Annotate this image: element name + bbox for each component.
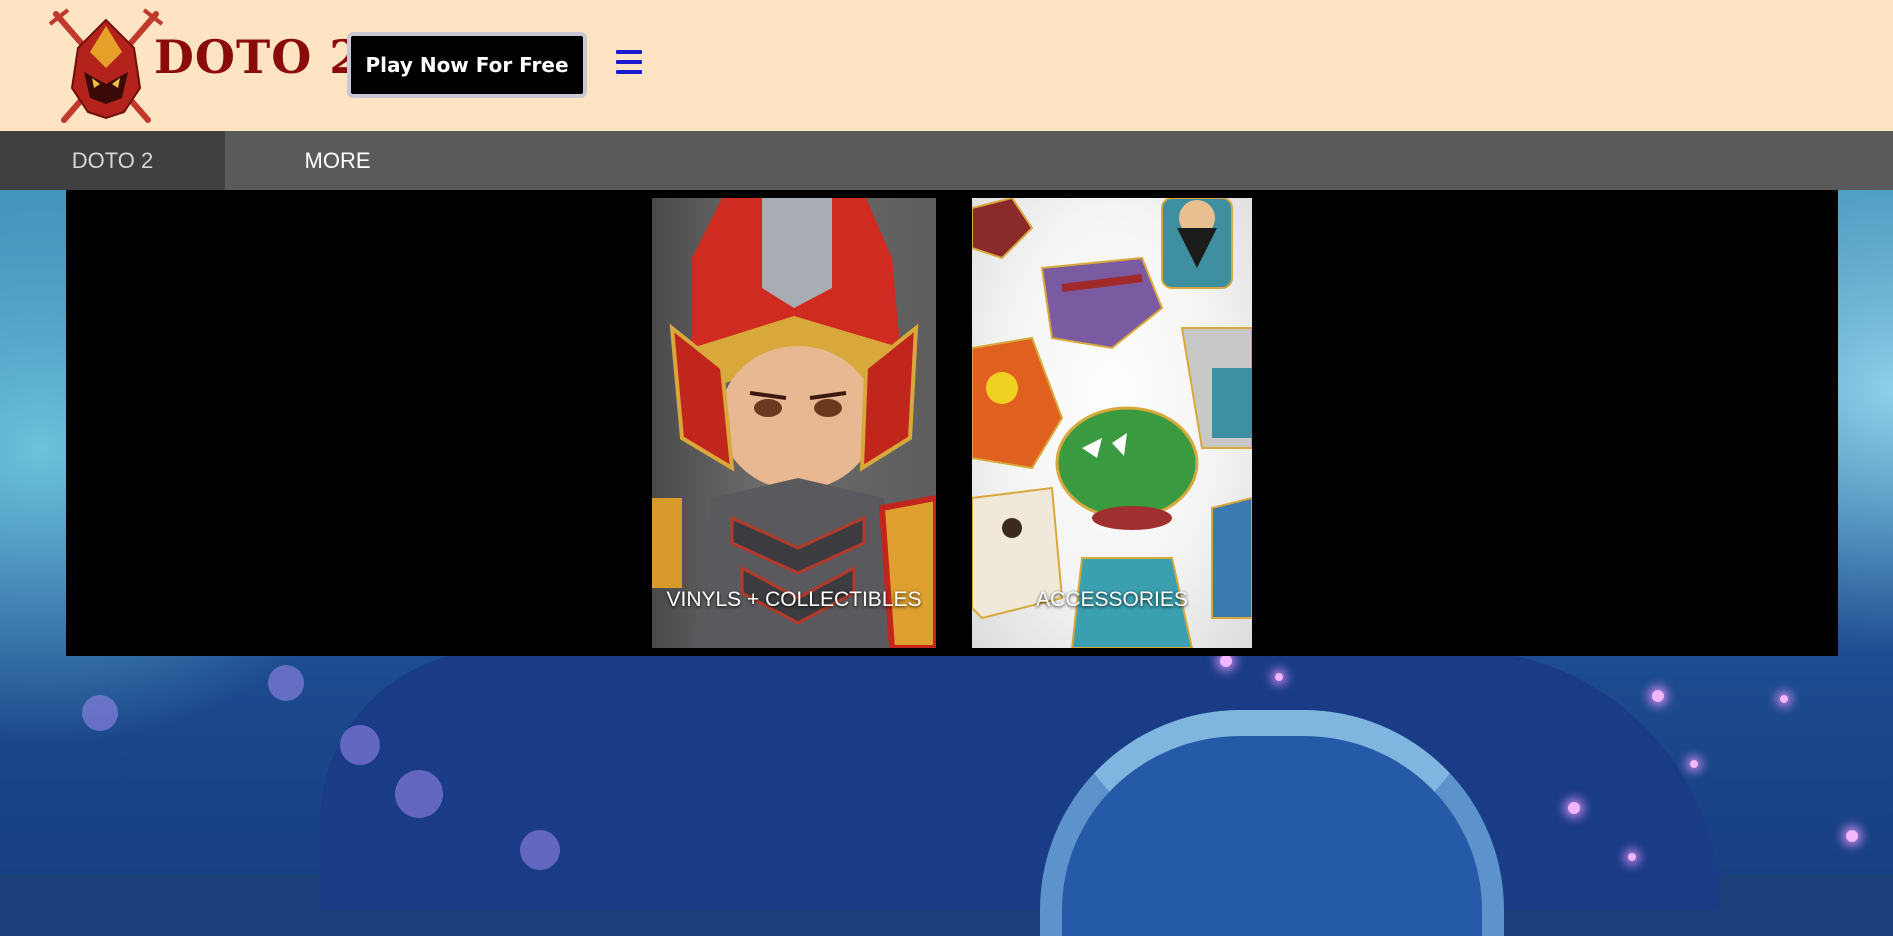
category-label-accessories: ACCESSORIES xyxy=(1036,588,1188,611)
background-bubble xyxy=(520,830,560,870)
category-card-accessories[interactable]: ACCESSORIES xyxy=(972,198,1252,648)
background-sparkle xyxy=(1652,690,1664,702)
mega-menu-panel: VINYLS + COLLECTIBLES ACCESSORIES xyxy=(66,190,1838,656)
background-sparkle xyxy=(1690,760,1698,768)
enamel-pins-collection-image xyxy=(972,198,1252,648)
background-creature-shape xyxy=(320,650,1720,910)
background-sparkle xyxy=(1568,802,1580,814)
background-sparkle xyxy=(1275,673,1283,681)
nav-item-doto2[interactable]: DOTO 2 xyxy=(0,131,225,190)
category-card-vinyls[interactable]: VINYLS + COLLECTIBLES xyxy=(652,198,936,648)
play-now-button[interactable]: Play Now For Free xyxy=(347,32,587,98)
hamburger-icon[interactable] xyxy=(616,50,642,74)
background-bubble xyxy=(268,665,304,701)
armored-knight-figurine-image xyxy=(652,198,936,648)
background-bubble xyxy=(395,770,443,818)
brand-name[interactable]: DOTO 2 xyxy=(154,34,362,80)
background-sparkle xyxy=(1780,695,1788,703)
background-bubble xyxy=(82,695,118,731)
nav-item-more[interactable]: MORE xyxy=(225,131,450,190)
background-sparkle xyxy=(1846,830,1858,842)
category-label-vinyls: VINYLS + COLLECTIBLES xyxy=(666,588,922,611)
main-nav: DOTO 2 MORE xyxy=(0,131,1893,190)
background-sparkle xyxy=(1220,655,1232,667)
helmet-crossed-swords-logo-icon[interactable] xyxy=(48,8,164,126)
site-header: DOTO 2 Play Now For Free xyxy=(0,0,1893,131)
background-sparkle xyxy=(1628,853,1636,861)
background-bubble xyxy=(340,725,380,765)
